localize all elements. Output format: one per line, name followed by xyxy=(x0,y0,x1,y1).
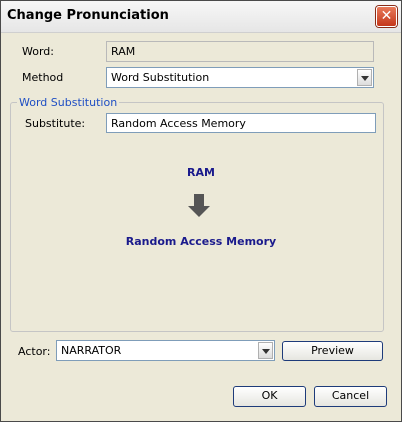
actor-label: Actor: xyxy=(18,345,51,358)
chevron-down-icon[interactable] xyxy=(357,69,372,86)
preview-replacement: Random Access Memory xyxy=(125,235,277,248)
group-title: Word Substitution xyxy=(19,96,118,109)
dialog-title: Change Pronunciation xyxy=(7,8,169,23)
substitute-input[interactable]: Random Access Memory xyxy=(106,113,376,133)
cancel-button[interactable]: Cancel xyxy=(314,386,387,407)
substitute-label: Substitute: xyxy=(25,117,86,130)
word-field: RAM xyxy=(106,41,374,62)
method-label: Method xyxy=(22,71,64,84)
word-label: Word: xyxy=(22,45,54,58)
actor-select[interactable]: NARRATOR xyxy=(56,340,275,361)
ok-button[interactable]: OK xyxy=(233,386,306,407)
actor-value: NARRATOR xyxy=(61,344,122,357)
chevron-down-icon[interactable] xyxy=(258,342,273,359)
close-icon: ✕ xyxy=(380,8,393,24)
method-select[interactable]: Word Substitution xyxy=(106,67,374,88)
method-value: Word Substitution xyxy=(111,71,210,84)
title-bar: Change Pronunciation ✕ xyxy=(1,1,401,33)
close-button[interactable]: ✕ xyxy=(376,6,397,27)
change-pronunciation-dialog: Change Pronunciation ✕ Word: RAM Method … xyxy=(0,0,402,422)
arrow-down-icon xyxy=(188,194,210,218)
preview-original-word: RAM xyxy=(187,166,215,179)
preview-button[interactable]: Preview xyxy=(282,341,383,361)
